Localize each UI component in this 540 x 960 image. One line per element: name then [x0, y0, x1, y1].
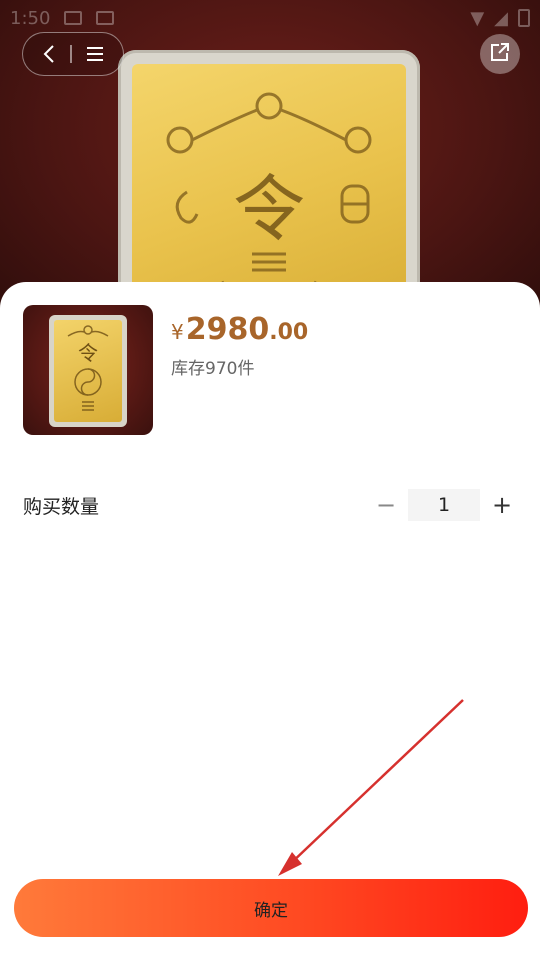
- share-button[interactable]: [480, 34, 520, 74]
- menu-icon[interactable]: [86, 46, 104, 62]
- price-decimal: .00: [269, 320, 309, 345]
- status-time: 1:50: [10, 7, 51, 29]
- thumbnail-frame: 令: [49, 315, 127, 427]
- svg-text:令: 令: [233, 167, 305, 251]
- back-icon[interactable]: [42, 44, 56, 64]
- quantity-input[interactable]: 1: [408, 489, 480, 521]
- svg-text:令: 令: [78, 341, 98, 365]
- share-icon: [489, 41, 511, 67]
- image-notification-icon: [64, 11, 83, 25]
- app-notification-icon: [96, 11, 115, 25]
- thumbnail-plate: 令: [54, 320, 122, 422]
- sku-selector-sheet: 令 ¥ 2980 .00 库存970件 购买数量 − 1 + 确定: [0, 282, 540, 960]
- wifi-icon: ▼: [470, 7, 485, 29]
- decrease-quantity-button[interactable]: −: [370, 489, 402, 521]
- quantity-stepper: − 1 +: [370, 489, 518, 521]
- nav-divider: [70, 45, 72, 63]
- nav-capsule: [22, 32, 124, 76]
- battery-icon: [518, 9, 530, 27]
- product-thumbnail: 令: [23, 305, 153, 435]
- stock-count: 库存970件: [171, 359, 255, 379]
- price-currency: ¥: [171, 320, 184, 344]
- signal-icon: ◢: [494, 7, 508, 29]
- price-integer: 2980: [185, 312, 270, 347]
- status-bar: 1:50 ▼ ◢: [0, 0, 540, 36]
- quantity-label: 购买数量: [23, 496, 100, 518]
- increase-quantity-button[interactable]: +: [486, 489, 518, 521]
- product-price: ¥ 2980 .00: [171, 312, 308, 347]
- confirm-button[interactable]: 确定: [14, 879, 528, 937]
